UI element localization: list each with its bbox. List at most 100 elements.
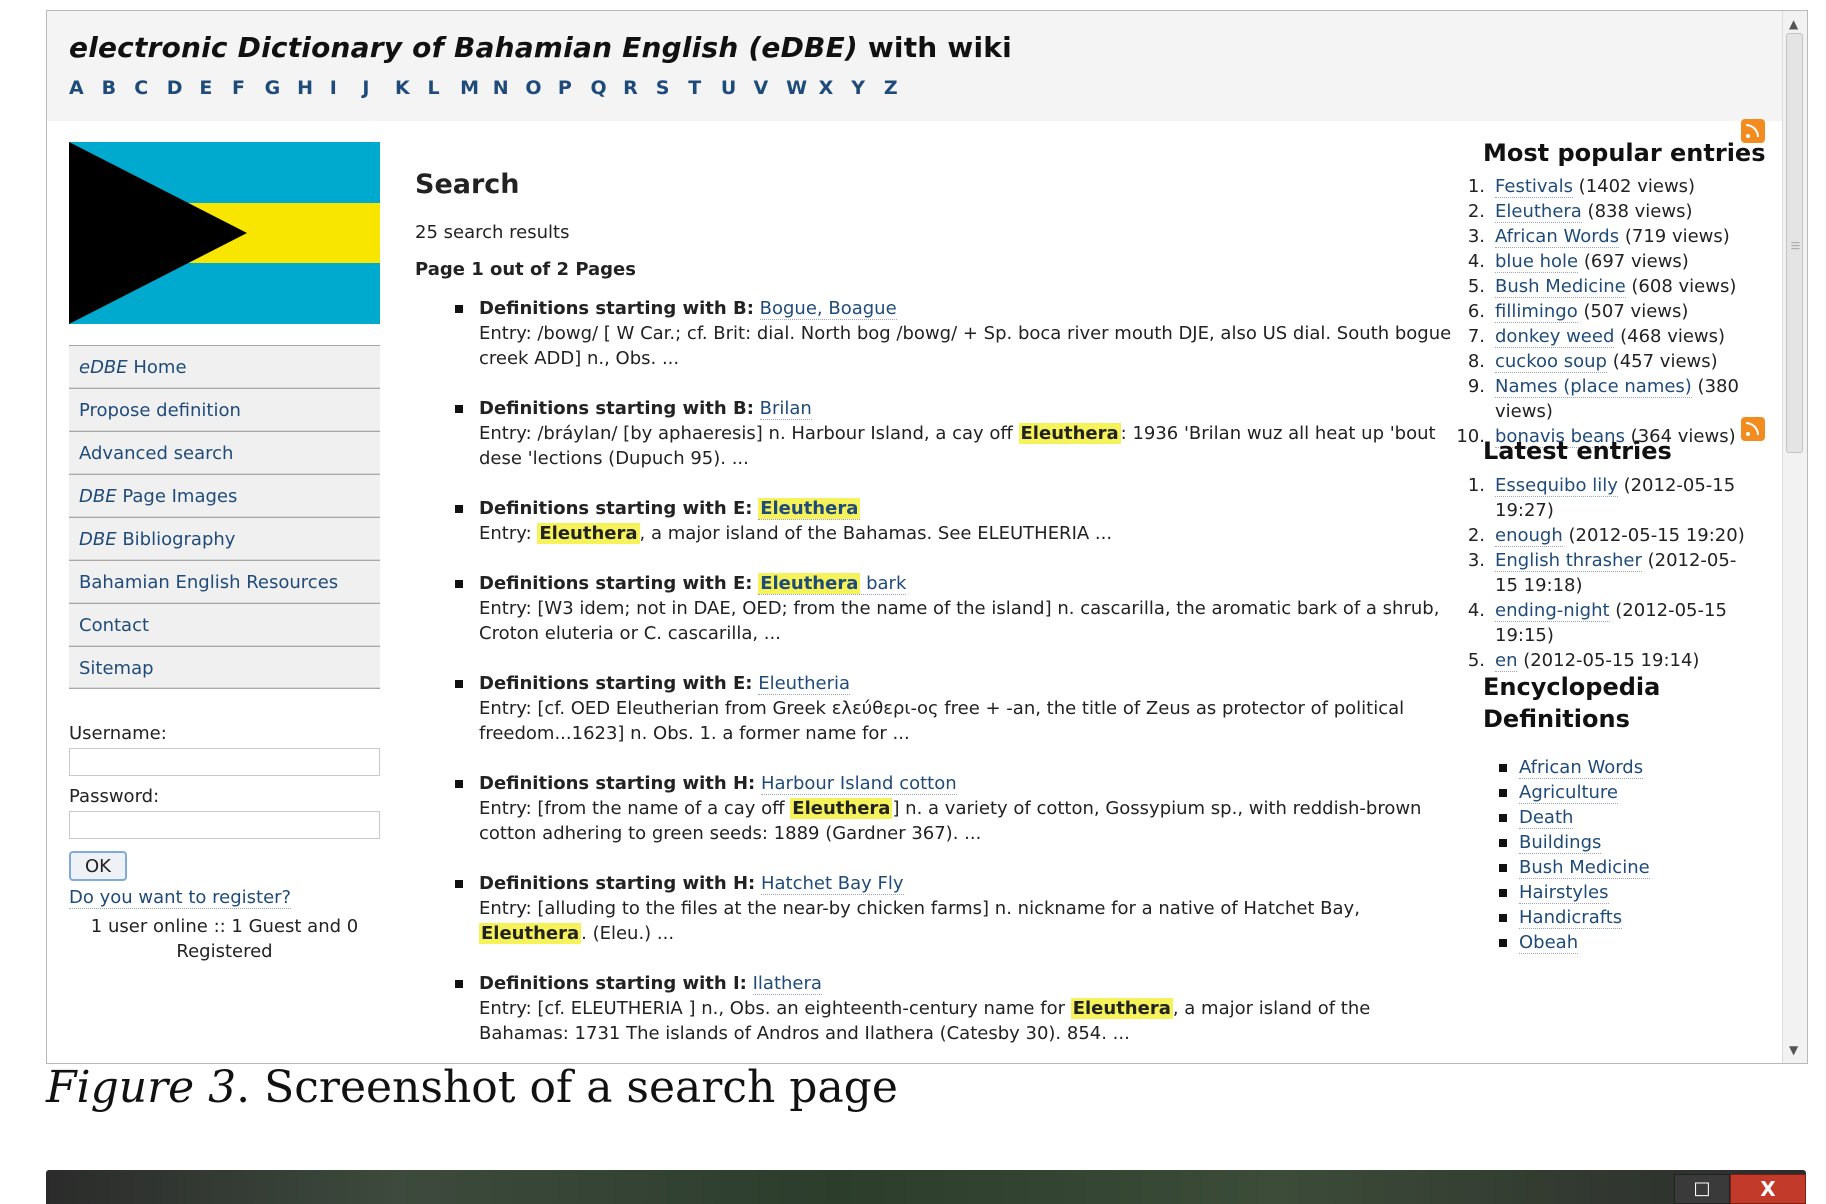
encyclopedia-link[interactable]: Handicrafts [1519, 907, 1623, 929]
alphabet-link-f[interactable]: F [232, 77, 265, 99]
sidebar-list-item: 7. donkey weed (468 views) [1455, 324, 1755, 349]
sidebar-list-item: 2. Eleuthera (838 views) [1455, 199, 1755, 224]
scrollbar-thumb[interactable]: — — — [1786, 33, 1803, 453]
alphabet-link-l[interactable]: L [428, 77, 461, 99]
menu-item[interactable]: DBE Bibliography [69, 517, 380, 560]
alphabet-link-h[interactable]: H [297, 77, 330, 99]
alphabet-link-i[interactable]: I [330, 77, 363, 99]
alphabet-link-t[interactable]: T [688, 77, 721, 99]
popular-entries-list: 1. Festivals (1402 views) 2. Eleuthera (838… [1455, 174, 1755, 449]
alphabet-link-w[interactable]: W [786, 77, 819, 99]
menu-item[interactable]: Propose definition [69, 388, 380, 431]
encyclopedia-link[interactable]: Agriculture [1519, 782, 1618, 804]
entry-link[interactable]: African Words [1495, 226, 1620, 248]
result-item: Definitions starting with E: Eleuthera En… [455, 496, 1455, 546]
result-title-link[interactable]: Eleuthera [758, 498, 861, 520]
menu-item[interactable]: DBE Page Images [69, 474, 380, 517]
menu-item[interactable]: Contact [69, 603, 380, 646]
alphabet-link-m[interactable]: M [460, 77, 493, 99]
figure-label: Figure 3 [46, 1062, 237, 1113]
result-title-link[interactable]: Hatchet Bay Fly [760, 873, 904, 895]
encyclopedia-link[interactable]: African Words [1519, 757, 1644, 779]
alphabet-link-p[interactable]: P [558, 77, 591, 99]
vertical-scrollbar[interactable]: ▲ — — — ▼ [1782, 11, 1807, 1063]
alphabet-link-o[interactable]: O [525, 77, 558, 99]
entry-link[interactable]: Names (place names) [1495, 376, 1692, 398]
rss-feed-icon[interactable] [1741, 417, 1765, 441]
entry-link[interactable]: enough [1495, 525, 1563, 547]
password-input[interactable] [69, 811, 380, 839]
menu-item-label: Bibliography [116, 529, 236, 550]
alphabet-link-n[interactable]: N [493, 77, 526, 99]
menu-item[interactable]: Sitemap [69, 646, 380, 689]
result-title-text: Eleutheria [758, 673, 851, 694]
result-title-link[interactable]: Bogue, Boague [759, 298, 897, 320]
encyclopedia-list: African Words Agriculture Death Buildings Bu… [1455, 755, 1799, 955]
alphabet-link-c[interactable]: C [134, 77, 167, 99]
entry-link[interactable]: donkey weed [1495, 326, 1615, 348]
alphabet-link-e[interactable]: E [199, 77, 232, 99]
menu-item[interactable]: Bahamian English Resources [69, 560, 380, 603]
username-input[interactable] [69, 748, 380, 776]
alphabet-link-u[interactable]: U [721, 77, 754, 99]
ok-button[interactable]: OK [69, 851, 127, 881]
close-button[interactable]: X [1730, 1174, 1806, 1204]
entry-link[interactable]: Essequibo lily [1495, 475, 1618, 497]
entry-link[interactable]: en [1495, 650, 1518, 672]
result-title-link[interactable]: Eleutheria [758, 673, 851, 695]
alphabet-link-z[interactable]: Z [884, 77, 917, 99]
alphabet-link-d[interactable]: D [167, 77, 200, 99]
result-prefix: Definitions starting with H: [479, 873, 756, 894]
result-title-link[interactable]: Harbour Island cotton [760, 773, 957, 795]
encyclopedia-link[interactable]: Hairstyles [1519, 882, 1609, 904]
encyclopedia-link[interactable]: Buildings [1519, 832, 1602, 854]
alphabet-link-s[interactable]: S [656, 77, 689, 99]
alphabet-link-r[interactable]: R [623, 77, 656, 99]
encyclopedia-link[interactable]: Obeah [1519, 932, 1579, 954]
sidebar-list-item: 5. Bush Medicine (608 views) [1455, 274, 1755, 299]
alphabet-link-b[interactable]: B [102, 77, 135, 99]
alphabet-link-a[interactable]: A [69, 77, 102, 99]
encyclopedia-link[interactable]: Death [1519, 807, 1574, 829]
entry-link[interactable]: ending-night [1495, 600, 1610, 622]
entry-link[interactable]: Bush Medicine [1495, 276, 1626, 298]
result-title-link[interactable]: Brilan [759, 398, 812, 420]
site-title: electronic Dictionary of Bahamian Englis… [69, 31, 1012, 64]
scroll-down-arrow-icon[interactable]: ▼ [1789, 1043, 1798, 1057]
alphabet-link-x[interactable]: X [819, 77, 852, 99]
result-title-link[interactable]: Eleuthera bark [758, 573, 907, 595]
menu-item-label: Propose definition [79, 400, 241, 421]
menu-item[interactable]: eDBE Home [69, 345, 380, 388]
entry-link[interactable]: cuckoo soup [1495, 351, 1607, 373]
register-link[interactable]: Do you want to register? [69, 887, 292, 909]
latest-entries-heading: Latest entries [1483, 437, 1672, 465]
result-entry: Entry: [from the name of a cay off Eleut… [479, 798, 1421, 844]
list-number: 3. [1467, 226, 1485, 247]
encyclopedia-item: Obeah [1499, 930, 1799, 955]
alphabet-link-j[interactable]: J [362, 77, 395, 99]
alphabet-link-v[interactable]: V [753, 77, 786, 99]
scroll-up-arrow-icon[interactable]: ▲ [1789, 17, 1798, 31]
menu-item[interactable]: Advanced search [69, 431, 380, 474]
result-title-link[interactable]: Ilathera [752, 973, 822, 995]
entry-meta: (2012-05-15 19:14) [1517, 650, 1700, 671]
entry-link[interactable]: English thrasher [1495, 550, 1642, 572]
entry-link[interactable]: blue hole [1495, 251, 1579, 273]
entry-link[interactable]: Festivals [1495, 176, 1573, 198]
site-title-suffix: with wiki [857, 31, 1012, 64]
results-list: Definitions starting with B: Bogue, Boag… [415, 296, 1455, 1046]
alphabet-link-k[interactable]: K [395, 77, 428, 99]
alphabet-link-y[interactable]: Y [851, 77, 884, 99]
site-title-main: electronic Dictionary of Bahamian Englis… [69, 31, 858, 64]
highlighted-term: Eleuthera [758, 573, 861, 594]
alphabet-link-q[interactable]: Q [591, 77, 624, 99]
encyclopedia-item: Agriculture [1499, 780, 1799, 805]
result-title-text: Hatchet Bay Fly [760, 873, 904, 894]
encyclopedia-link[interactable]: Bush Medicine [1519, 857, 1650, 879]
entry-link[interactable]: Eleuthera [1495, 201, 1582, 223]
entry-link[interactable]: fillimingo [1495, 301, 1578, 323]
menu-item-emphasis: DBE [79, 486, 117, 507]
entry-meta: (719 views) [1619, 226, 1730, 247]
alphabet-link-g[interactable]: G [265, 77, 298, 99]
maximize-button[interactable]: □ [1674, 1174, 1730, 1204]
